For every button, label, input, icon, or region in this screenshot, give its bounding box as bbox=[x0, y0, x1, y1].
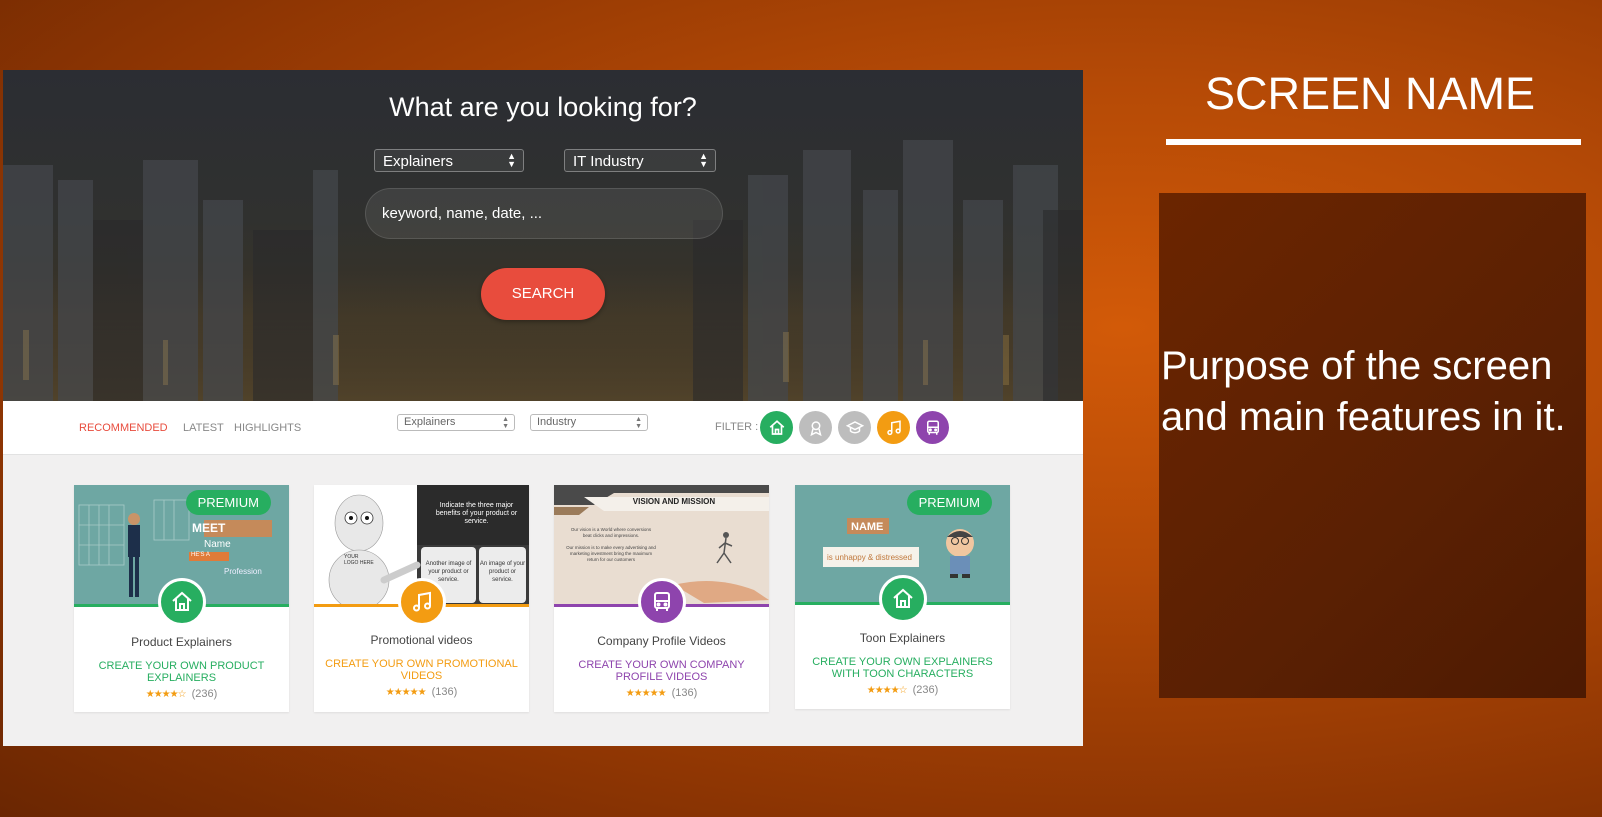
thumb-meet: MEET bbox=[192, 521, 226, 535]
hero-section: What are you looking for? Explainers ▲ ▼ … bbox=[3, 70, 1083, 401]
tab-recommended[interactable]: RECOMMENDED bbox=[79, 422, 168, 434]
thumb-image-text: An image of your product or service. bbox=[479, 561, 526, 583]
thumb-indicate-text: Indicate the three major benefits of you… bbox=[435, 502, 518, 525]
card-rating: ★★★★★ (136) bbox=[554, 687, 769, 699]
select-arrows-icon: ▲ ▼ bbox=[635, 416, 642, 430]
thumb-vision-text: Our vision is a World where conversions … bbox=[570, 527, 652, 538]
search-placeholder: keyword, name, date, ... bbox=[382, 205, 543, 222]
select-arrows-icon: ▲ ▼ bbox=[507, 151, 516, 169]
rating-count: (236) bbox=[191, 688, 218, 700]
card-rating: ★★★★☆ (236) bbox=[795, 684, 1010, 696]
home-icon bbox=[172, 591, 192, 611]
filter-label: FILTER : bbox=[715, 421, 759, 433]
card-category-badge bbox=[879, 575, 927, 623]
rating-count: (136) bbox=[431, 686, 458, 698]
thumb-name: NAME bbox=[851, 521, 884, 533]
card-title: Company Profile Videos bbox=[597, 634, 726, 648]
category-select[interactable]: Explainers ▲ ▼ bbox=[374, 149, 524, 172]
graduation-cap-icon bbox=[845, 420, 864, 433]
card-cta-link[interactable]: CREATE YOUR OWN EXPLAINERS WITH TOON CHA… bbox=[805, 656, 1000, 680]
tab-highlights[interactable]: HIGHLIGHTS bbox=[234, 422, 301, 434]
title-underline bbox=[1166, 139, 1581, 145]
thumb-mission-text: Our mission is to make every advertising… bbox=[566, 545, 656, 562]
card-cta-link[interactable]: CREATE YOUR OWN PRODUCT EXPLAINERS bbox=[84, 660, 279, 684]
thumb-status: is unhappy & distressed bbox=[827, 553, 912, 562]
star-rating-icon: ★★★★★ bbox=[625, 688, 667, 699]
card-category-badge bbox=[158, 578, 206, 626]
home-icon bbox=[893, 588, 913, 608]
card-rating: ★★★★★ (136) bbox=[314, 686, 529, 698]
card-title: Product Explainers bbox=[131, 635, 232, 649]
card-category-badge bbox=[398, 578, 446, 626]
filter-award-button[interactable] bbox=[799, 411, 832, 444]
filter-education-button[interactable] bbox=[838, 411, 871, 444]
filter-category-select[interactable]: Explainers ▲ ▼ bbox=[397, 414, 515, 431]
description-box: Purpose of the screen and main features … bbox=[1159, 193, 1586, 698]
filter-industry-value: Industry bbox=[537, 416, 577, 428]
card-cta-link[interactable]: CREATE YOUR OWN PROMOTIONAL VIDEOS bbox=[324, 658, 519, 682]
star-rating-icon: ★★★★★ bbox=[385, 687, 427, 698]
premium-badge: PREMIUM bbox=[906, 490, 992, 515]
home-icon bbox=[769, 419, 784, 435]
music-icon bbox=[413, 591, 431, 612]
bus-icon bbox=[654, 592, 670, 611]
template-card-company-profile[interactable]: VISION AND MISSION Our vision is a World… bbox=[554, 485, 769, 712]
filter-bar: RECOMMENDED LATEST HIGHLIGHTS Explainers… bbox=[3, 401, 1083, 455]
filter-bus-button[interactable] bbox=[916, 411, 949, 444]
thumb-heading: VISION AND MISSION bbox=[632, 497, 716, 506]
card-title: Promotional videos bbox=[370, 633, 473, 647]
template-card-product-explainers[interactable]: MEET Name HE'S A Profession PREMIUM Prod… bbox=[74, 485, 289, 712]
rating-count: (236) bbox=[912, 684, 939, 696]
thumb-hes: HE'S A bbox=[191, 552, 210, 558]
select-arrows-icon: ▲ ▼ bbox=[502, 416, 509, 430]
app-mockup: What are you looking for? Explainers ▲ ▼ … bbox=[3, 70, 1083, 746]
template-card-promotional-videos[interactable]: YOUR LOGO HERE Indicate the three major … bbox=[314, 485, 529, 712]
star-rating-icon: ★★★★☆ bbox=[866, 685, 908, 696]
premium-badge: PREMIUM bbox=[185, 490, 271, 515]
search-button[interactable]: SEARCH bbox=[481, 268, 605, 320]
hero-title: What are you looking for? bbox=[389, 92, 697, 122]
thumb-profession: Profession bbox=[224, 567, 262, 576]
card-title: Toon Explainers bbox=[859, 631, 946, 645]
filter-home-button[interactable] bbox=[760, 411, 793, 444]
filter-industry-select[interactable]: Industry ▲ ▼ bbox=[530, 414, 648, 431]
thumb-name: Name bbox=[204, 539, 231, 550]
filter-category-value: Explainers bbox=[404, 416, 456, 428]
select-arrows-icon: ▲ ▼ bbox=[699, 151, 708, 169]
award-icon bbox=[809, 420, 822, 436]
search-input[interactable]: keyword, name, date, ... bbox=[365, 188, 723, 239]
bus-icon bbox=[926, 420, 939, 435]
screen-description: Purpose of the screen and main features … bbox=[1161, 344, 1566, 439]
rating-count: (136) bbox=[671, 687, 698, 699]
tab-latest[interactable]: LATEST bbox=[183, 422, 224, 434]
card-cta-link[interactable]: CREATE YOUR OWN COMPANY PROFILE VIDEOS bbox=[564, 659, 759, 683]
template-card-toon-explainers[interactable]: NAME is unhappy & distressed PREMIUM Too… bbox=[795, 485, 1010, 709]
industry-select[interactable]: IT Industry ▲ ▼ bbox=[564, 149, 716, 172]
category-select-value: Explainers bbox=[383, 153, 454, 170]
music-icon bbox=[886, 419, 901, 435]
industry-select-value: IT Industry bbox=[573, 153, 644, 170]
thumb-logo-text: YOUR LOGO HERE bbox=[344, 554, 374, 566]
card-rating: ★★★★☆ (236) bbox=[74, 688, 289, 700]
filter-music-button[interactable] bbox=[877, 411, 910, 444]
card-category-badge bbox=[638, 578, 686, 626]
star-rating-icon: ★★★★☆ bbox=[145, 689, 187, 700]
screen-name-title: SCREEN NAME bbox=[1204, 68, 1536, 119]
